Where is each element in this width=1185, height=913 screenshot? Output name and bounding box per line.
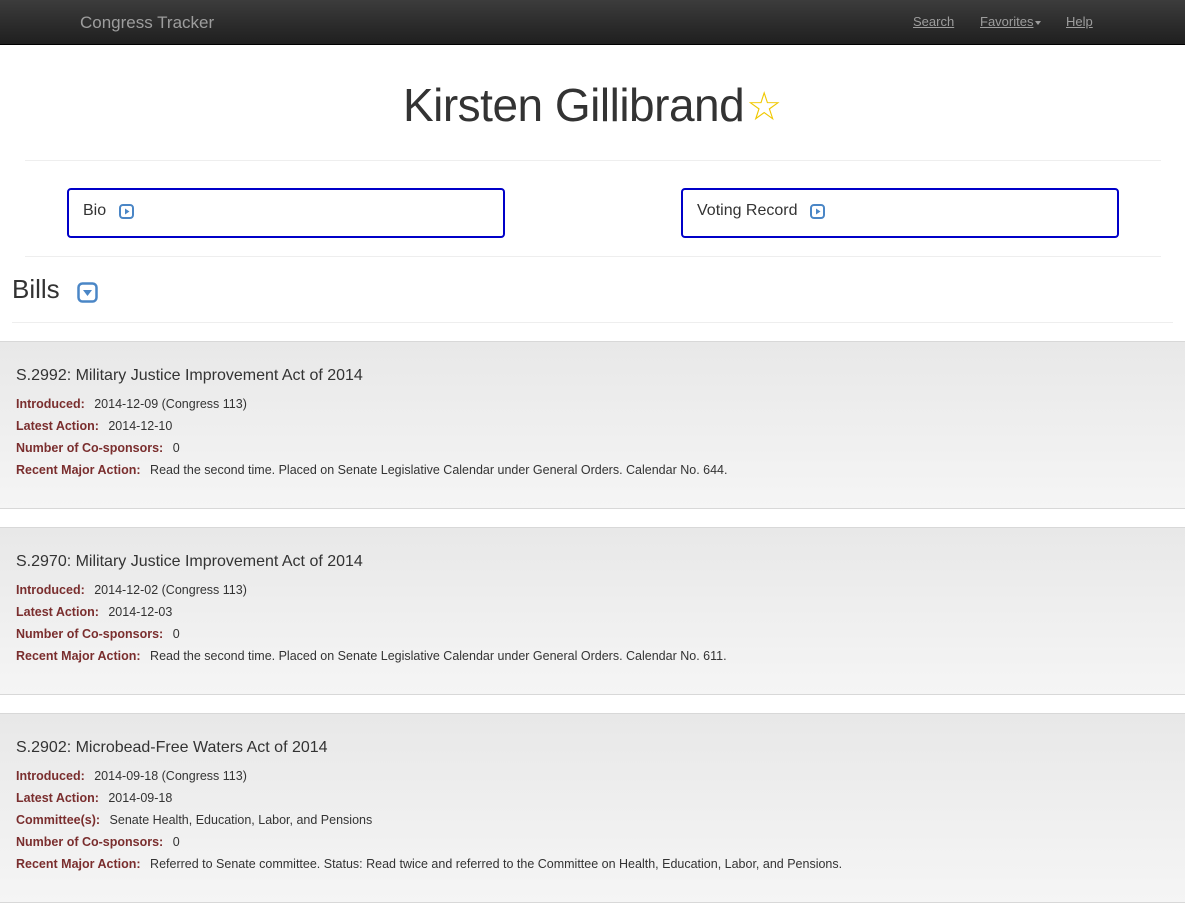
introduced-label: Introduced: (16, 397, 85, 411)
cosponsors-value: 0 (172, 627, 180, 641)
bill-cosponsors-row: Number of Co-sponsors: 0 (16, 623, 1169, 645)
bill-major-action-row: Recent Major Action: Referred to Senate … (16, 853, 1169, 875)
bill-committee-row: Committee(s): Senate Health, Education, … (16, 809, 1169, 831)
cosponsors-value: 0 (172, 441, 180, 455)
major-action-value: Read the second time. Placed on Senate L… (150, 649, 727, 663)
caret-down-icon (1035, 20, 1042, 25)
divider (25, 256, 1161, 257)
cosponsors-label: Number of Co-sponsors: (16, 835, 164, 849)
nav-favorites-label: Favorites (980, 14, 1034, 29)
bio-label: Bio (83, 202, 107, 219)
latest-action-value: 2014-12-03 (108, 605, 173, 619)
major-action-label: Recent Major Action: (16, 857, 141, 871)
committee-value: Senate Health, Education, Labor, and Pen… (109, 813, 373, 827)
page-title: Kirsten Gillibrand (402, 79, 745, 131)
major-action-value: Read the second time. Placed on Senate L… (150, 463, 728, 477)
cosponsors-label: Number of Co-sponsors: (16, 441, 164, 455)
expand-right-icon (809, 204, 825, 220)
introduced-value: 2014-12-09 (Congress 113) (94, 397, 247, 411)
bill-latest-row: Latest Action: 2014-12-10 (16, 415, 1169, 437)
divider (25, 160, 1161, 161)
favorite-star-icon[interactable]: ☆ (746, 84, 782, 130)
bill-introduced-row: Introduced: 2014-12-09 (Congress 113) (16, 393, 1169, 415)
top-navbar: Congress Tracker Search Favorites Help (0, 0, 1185, 45)
bill-major-action-row: Recent Major Action: Read the second tim… (16, 645, 1169, 667)
expand-right-icon (118, 204, 134, 220)
bill-latest-row: Latest Action: 2014-12-03 (16, 601, 1169, 623)
latest-action-label: Latest Action: (16, 791, 99, 805)
bill-title[interactable]: S.2902: Microbead-Free Waters Act of 201… (16, 739, 1169, 757)
introduced-value: 2014-12-02 (Congress 113) (94, 583, 247, 597)
major-action-label: Recent Major Action: (16, 463, 141, 477)
latest-action-label: Latest Action: (16, 419, 99, 433)
bill-card[interactable]: S.2902: Microbead-Free Waters Act of 201… (0, 713, 1185, 903)
cosponsors-value: 0 (172, 835, 180, 849)
bill-major-action-row: Recent Major Action: Read the second tim… (16, 459, 1169, 481)
bill-introduced-row: Introduced: 2014-12-02 (Congress 113) (16, 579, 1169, 601)
bill-title[interactable]: S.2970: Military Justice Improvement Act… (16, 553, 1169, 571)
divider (12, 322, 1173, 323)
bill-introduced-row: Introduced: 2014-09-18 (Congress 113) (16, 765, 1169, 787)
introduced-label: Introduced: (16, 769, 85, 783)
latest-action-value: 2014-12-10 (108, 419, 173, 433)
bill-title[interactable]: S.2992: Military Justice Improvement Act… (16, 367, 1169, 385)
bio-panel-button[interactable]: Bio (67, 188, 505, 238)
nav-help-label: Help (1066, 14, 1093, 29)
introduced-value: 2014-09-18 (Congress 113) (94, 769, 247, 783)
voting-record-panel-button[interactable]: Voting Record (681, 188, 1119, 238)
nav-favorites-dropdown[interactable]: Favorites (980, 14, 1042, 29)
bill-card[interactable]: S.2970: Military Justice Improvement Act… (0, 527, 1185, 695)
latest-action-value: 2014-09-18 (108, 791, 173, 805)
collapse-down-icon[interactable] (77, 282, 98, 303)
bill-latest-row: Latest Action: 2014-09-18 (16, 787, 1169, 809)
page-header: Kirsten Gillibrand☆ (0, 78, 1185, 132)
introduced-label: Introduced: (16, 583, 85, 597)
voting-record-label: Voting Record (697, 202, 798, 219)
committee-label: Committee(s): (16, 813, 101, 827)
nav-search-link[interactable]: Search (913, 14, 954, 29)
major-action-value: Referred to Senate committee. Status: Re… (150, 857, 843, 871)
bill-card[interactable]: S.2992: Military Justice Improvement Act… (0, 341, 1185, 509)
brand-link[interactable]: Congress Tracker (80, 13, 214, 33)
nav-search-label: Search (913, 14, 955, 29)
latest-action-label: Latest Action: (16, 605, 99, 619)
bill-cosponsors-row: Number of Co-sponsors: 0 (16, 437, 1169, 459)
bills-section-title: Bills (12, 274, 60, 304)
major-action-label: Recent Major Action: (16, 649, 141, 663)
nav-help-link[interactable]: Help (1066, 14, 1093, 29)
cosponsors-label: Number of Co-sponsors: (16, 627, 164, 641)
bill-cosponsors-row: Number of Co-sponsors: 0 (16, 831, 1169, 853)
